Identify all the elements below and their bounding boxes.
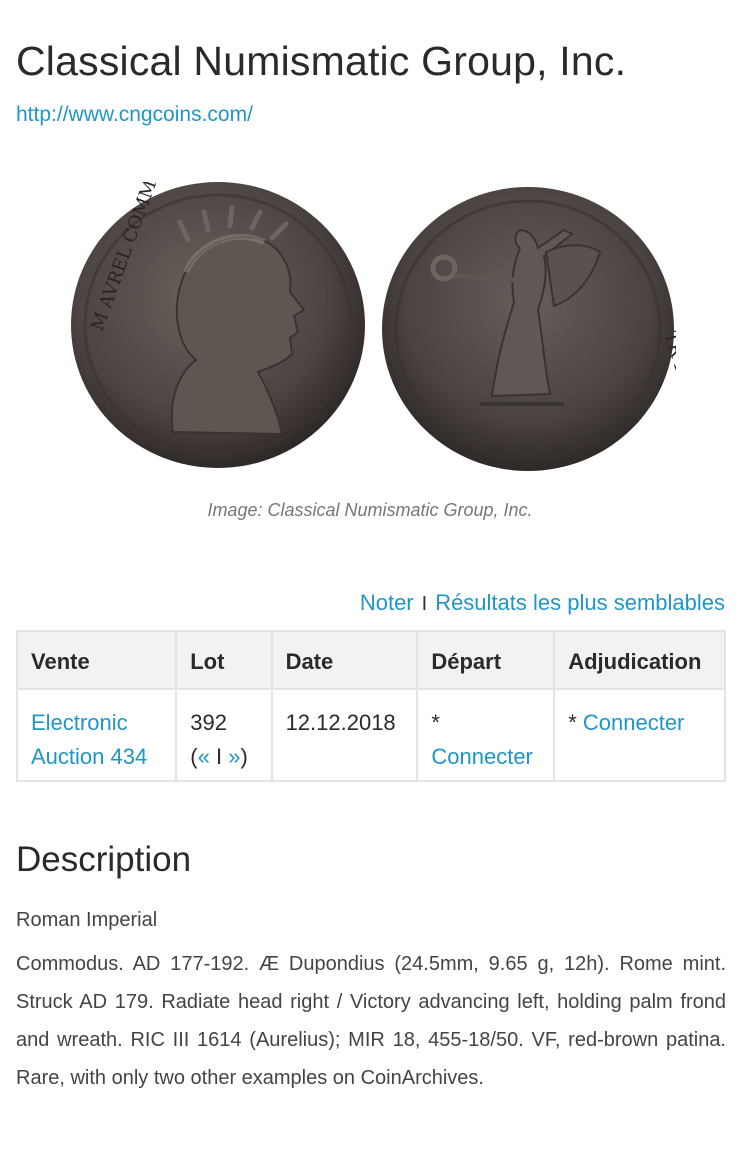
column-header-start: Départ: [416, 630, 556, 690]
coin-image[interactable]: M AVREL COMMODO TR P III COS II P P: [68, 182, 676, 472]
image-caption: Image: Classical Numismatic Group, Inc.: [207, 500, 533, 520]
description-category: Roman Imperial: [16, 909, 158, 931]
sales-table: Vente Lot Date Départ Adjudication Elect…: [15, 630, 726, 782]
date-cell: 12.12.2018: [270, 688, 419, 782]
start-login-link[interactable]: Connecter: [431, 744, 533, 769]
column-header-hammer: Adjudication: [553, 630, 726, 690]
next-lot-link[interactable]: »: [228, 744, 240, 769]
start-cell: * Connecter: [416, 688, 556, 782]
sale-link[interactable]: Electronic Auction 434: [31, 710, 147, 769]
previous-lot-link[interactable]: «: [198, 744, 210, 769]
sale-cell: Electronic Auction 434: [15, 688, 178, 782]
hammer-star: *: [568, 710, 583, 735]
coin-reverse: TR P III COS II P P: [382, 187, 676, 472]
sale-link-line1: Electronic: [31, 710, 128, 735]
column-header-lot: Lot: [175, 630, 273, 690]
table-header-row: Vente Lot Date Départ Adjudication: [15, 630, 726, 690]
hammer-login-link[interactable]: Connecter: [583, 710, 685, 735]
lot-number: 392: [190, 710, 227, 735]
description-heading: Description: [16, 840, 192, 879]
hammer-cell: * Connecter: [553, 688, 726, 782]
lot-nav-separator: I: [215, 744, 223, 769]
action-separator: I: [421, 593, 428, 615]
description-text: Commodus. AD 177-192. Æ Dupondius (24.5m…: [16, 953, 726, 1089]
similar-results-link[interactable]: Résultats les plus semblables: [435, 590, 725, 615]
column-header-sale: Vente: [15, 630, 178, 690]
start-star: *: [431, 710, 440, 735]
rate-link[interactable]: Noter: [360, 590, 414, 615]
table-row: Electronic Auction 434 392 (« I ») 12.12.…: [15, 688, 726, 782]
lot-nav-open: (: [190, 744, 198, 769]
column-header-date: Date: [270, 630, 419, 690]
website-link[interactable]: http://www.cngcoins.com/: [16, 103, 253, 127]
lot-nav-close: ): [240, 744, 248, 769]
action-links: Noter I Résultats les plus semblables: [360, 590, 725, 616]
page-title: Classical Numismatic Group, Inc.: [16, 38, 627, 84]
lot-cell: 392 (« I »): [175, 688, 273, 782]
sale-link-line2: Auction 434: [31, 744, 148, 769]
coin-obverse: M AVREL COMMODO: [71, 182, 365, 468]
